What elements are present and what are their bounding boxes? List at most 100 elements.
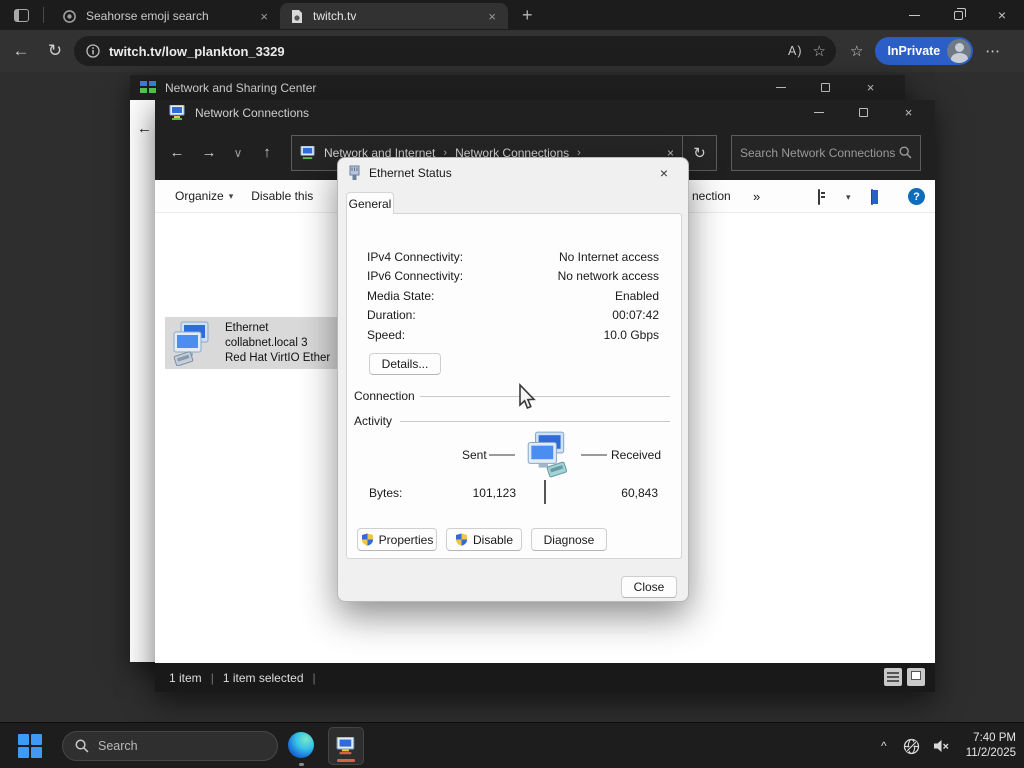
nc-title: Network Connections (195, 105, 310, 120)
icons-view-icon[interactable] (907, 668, 925, 686)
toolbar-overflow-icon[interactable]: » (753, 189, 760, 204)
status-row: IPv4 Connectivity: No Internet access (367, 250, 659, 264)
disable-label: Disable (472, 532, 514, 547)
nsc-maximize-button[interactable] (803, 75, 848, 100)
taskbar-clock[interactable]: 7:40 PM 11/2/2025 (966, 731, 1016, 761)
clock-time: 7:40 PM (973, 732, 1016, 744)
browser-restore-button[interactable] (936, 0, 980, 30)
uac-shield-icon (455, 533, 468, 546)
nc-forward-button[interactable]: → (193, 144, 225, 161)
volume-muted-icon[interactable] (932, 738, 950, 754)
browser-refresh-button[interactable]: ↻ (38, 41, 72, 61)
details-button[interactable]: Details... (369, 353, 441, 375)
close-button[interactable]: Close (621, 576, 677, 598)
row-label: Speed: (367, 328, 406, 342)
view-options-caret-icon[interactable]: ▾ (846, 192, 851, 203)
nc-minimize-button[interactable] (796, 100, 841, 125)
connection-device: Red Hat VirtIO Ether (225, 351, 331, 364)
tab-twitch[interactable]: twitch.tv × (280, 3, 508, 29)
nsc-back-icon[interactable]: ← (137, 120, 152, 137)
tab-general[interactable]: General (346, 192, 394, 214)
nc-search-box[interactable] (731, 134, 921, 171)
properties-button[interactable]: Properties (357, 528, 437, 551)
browser-menu-icon[interactable]: ⋯ (985, 42, 1000, 60)
tab-workspaces-icon[interactable] (14, 8, 29, 22)
rename-connection-button[interactable]: nection (692, 189, 731, 203)
connection-name: Ethernet (225, 321, 269, 334)
received-dash (581, 454, 607, 456)
site-info-icon[interactable] (86, 44, 100, 58)
connection-network: collabnet.local 3 (225, 336, 308, 349)
nsc-window-controls: × (758, 75, 893, 100)
status-row: Media State: Enabled (367, 289, 659, 303)
search-icon (899, 146, 912, 159)
inprivate-badge[interactable]: InPrivate (875, 37, 974, 65)
nc-back-button[interactable]: ← (161, 144, 193, 161)
nsc-minimize-button[interactable] (758, 75, 803, 100)
bytes-divider (544, 480, 546, 504)
favorites-hub-icon[interactable]: ☆ (850, 42, 863, 60)
taskbar-search-input[interactable] (98, 739, 265, 753)
new-tab-button[interactable]: + (522, 5, 533, 26)
sent-dash (489, 454, 515, 456)
received-label: Received (611, 448, 662, 462)
taskbar-edge-button[interactable] (288, 732, 316, 766)
row-value: 10.0 Gbps (603, 328, 659, 342)
browser-minimize-button[interactable] (892, 0, 936, 30)
tray-overflow-icon[interactable]: ^ (881, 739, 887, 753)
breadcrumb-location-icon (300, 145, 315, 159)
search-icon (75, 739, 89, 753)
read-aloud-icon[interactable]: A) (788, 44, 803, 58)
network-globe-icon[interactable] (903, 738, 920, 755)
bytes-label: Bytes: (369, 486, 403, 500)
nc-recent-pages-icon[interactable]: ∨ (225, 146, 251, 160)
url-text[interactable]: twitch.tv/low_plankton_3329 (109, 44, 778, 59)
taskbar-search[interactable] (62, 731, 278, 761)
favorite-star-icon[interactable]: ☆ (813, 42, 826, 60)
status-divider: | (312, 670, 316, 685)
disable-device-button[interactable]: Disable this (251, 189, 313, 203)
preview-pane-icon[interactable] (871, 189, 873, 205)
tab-label: Seahorse emoji search (86, 9, 209, 23)
nsc-close-button[interactable]: × (848, 75, 893, 100)
sent-label: Sent (462, 448, 487, 462)
received-bytes-value: 60,843 (621, 486, 658, 500)
dialog-titlebar[interactable]: Ethernet Status × (338, 158, 688, 188)
start-button[interactable] (18, 734, 42, 758)
diagnose-button[interactable]: Diagnose (531, 528, 607, 551)
details-view-icon[interactable] (884, 668, 902, 686)
dialog-close-icon[interactable]: × (644, 158, 684, 188)
dialog-title: Ethernet Status (369, 166, 452, 180)
row-value: No network access (557, 269, 659, 283)
nc-maximize-button[interactable] (841, 100, 886, 125)
browser-close-button[interactable]: × (980, 0, 1024, 30)
nc-search-input[interactable] (740, 145, 899, 160)
address-bar[interactable]: twitch.tv/low_plankton_3329 A) ☆ (74, 36, 836, 66)
selected-count: 1 item selected (222, 670, 304, 685)
profile-avatar[interactable] (947, 39, 972, 63)
connection-item-text: Ethernet collabnet.local 3 Red Hat VirtI… (225, 321, 330, 366)
disable-button[interactable]: Disable (446, 528, 522, 551)
edge-icon (288, 732, 314, 758)
item-count: 1 item (169, 670, 202, 685)
screen: Seahorse emoji search × twitch.tv × + × … (0, 0, 1024, 768)
view-options-icon[interactable] (818, 189, 820, 205)
nc-app-icon (169, 105, 185, 120)
nc-up-button[interactable]: ↑ (251, 144, 283, 161)
taskbar-network-connections-button[interactable] (328, 727, 364, 765)
row-label: Duration: (367, 308, 416, 322)
tab-close-icon[interactable]: × (484, 9, 500, 24)
tab-close-icon[interactable]: × (256, 9, 272, 24)
inprivate-label: InPrivate (887, 44, 941, 58)
tab-seahorse[interactable]: Seahorse emoji search × (52, 3, 280, 29)
nsc-title: Network and Sharing Center (165, 80, 317, 95)
ethernet-plug-icon (349, 165, 360, 180)
organize-button[interactable]: Organize (175, 189, 224, 203)
help-icon[interactable]: ? (908, 188, 925, 205)
seahorse-favicon (63, 9, 76, 23)
page-favicon (292, 9, 302, 23)
uac-shield-icon (361, 533, 373, 546)
browser-back-button[interactable]: ← (4, 41, 38, 61)
nc-close-button[interactable]: × (886, 100, 931, 125)
row-value: No Internet access (558, 250, 659, 264)
